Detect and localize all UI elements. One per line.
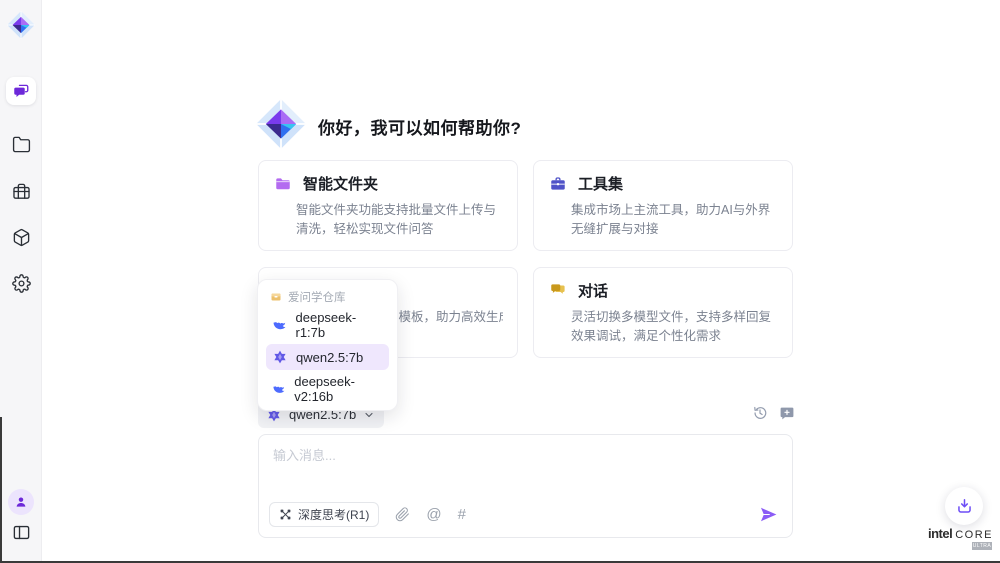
- ultra-badge: ULTRA: [972, 542, 992, 550]
- model-option-label: qwen2.5:7b: [296, 350, 363, 365]
- gear-icon: [12, 274, 31, 293]
- sidebar: [0, 0, 42, 563]
- deepseek-whale-icon: [272, 317, 288, 333]
- prompt-tag-button[interactable]: #: [458, 507, 466, 522]
- deep-think-toggle[interactable]: 深度思考(R1): [269, 502, 379, 527]
- briefcase-icon: [549, 175, 567, 193]
- page-title: 你好，我可以如何帮助你?: [318, 114, 521, 139]
- download-button[interactable]: [945, 487, 983, 525]
- avatar: [8, 489, 34, 515]
- hash-icon: #: [458, 507, 466, 522]
- composer-toolbar: 深度思考(R1) @ #: [269, 502, 778, 527]
- card-description: 智能文件夹功能支持批量文件上传与清洗，轻松实现文件问答: [274, 201, 503, 240]
- conversation-tools: [752, 405, 795, 421]
- deepseek-whale-icon: [272, 381, 286, 397]
- greeting-logo-icon: [254, 97, 308, 151]
- model-option-label: deepseek-v2:16b: [294, 374, 383, 404]
- history-icon[interactable]: [752, 405, 768, 421]
- attachment-button[interactable]: [395, 507, 410, 522]
- user-icon: [14, 495, 28, 509]
- repository-icon: [270, 291, 282, 303]
- sidebar-item-chat[interactable]: [6, 77, 36, 105]
- folder-icon: [274, 175, 292, 193]
- card-title: 工具集: [578, 173, 623, 194]
- model-option-deepseek-r1[interactable]: deepseek-r1:7b: [266, 312, 389, 338]
- sidebar-item-settings[interactable]: [0, 268, 42, 298]
- mention-button[interactable]: @: [426, 507, 441, 522]
- card-title: 对话: [578, 280, 608, 301]
- message-input[interactable]: [273, 445, 778, 485]
- model-repo-label: 爱问学仓库: [288, 289, 346, 305]
- sidebar-item-account[interactable]: [0, 487, 42, 517]
- panel-toggle-icon: [12, 523, 31, 542]
- sidebar-item-toolset[interactable]: [0, 176, 42, 206]
- chat-icon: [12, 82, 30, 100]
- download-icon: [955, 497, 974, 516]
- folder-icon: [12, 135, 31, 154]
- app-logo-icon: [6, 10, 36, 40]
- card-smart-folder[interactable]: 智能文件夹 智能文件夹功能支持批量文件上传与清洗，轻松实现文件问答: [258, 160, 518, 251]
- card-toolset[interactable]: 工具集 集成市场上主流工具，助力AI与外界无缝扩展与对接: [533, 160, 793, 251]
- message-composer: 深度思考(R1) @ #: [258, 434, 793, 538]
- card-description: 集成市场上主流工具，助力AI与外界无缝扩展与对接: [549, 201, 778, 240]
- paperclip-icon: [395, 507, 410, 522]
- send-button[interactable]: [759, 505, 778, 524]
- sidebar-collapse-toggle[interactable]: [0, 517, 42, 547]
- model-option-label: deepseek-r1:7b: [296, 310, 384, 340]
- model-option-deepseek-v2[interactable]: deepseek-v2:16b: [266, 376, 389, 402]
- box-icon: [12, 228, 31, 247]
- card-description: 灵活切换多模型文件，支持多样回复效果调试，满足个性化需求: [549, 308, 778, 347]
- deep-think-label: 深度思考(R1): [298, 506, 369, 523]
- briefcase-icon: [12, 182, 31, 201]
- chat-bubbles-icon: [549, 281, 567, 299]
- card-conversation[interactable]: 对话 灵活切换多模型文件，支持多样回复效果调试，满足个性化需求: [533, 267, 793, 358]
- core-wordmark: CORE: [955, 529, 993, 541]
- app-window: 你好，我可以如何帮助你? 智能文件夹 智能文件夹功能支持批量文件上传与清洗，轻松…: [0, 0, 1000, 563]
- model-repo-header: 爱问学仓库: [266, 288, 389, 306]
- qwen-logo-icon: [272, 349, 288, 365]
- intel-wordmark: intel: [928, 526, 952, 541]
- model-option-qwen[interactable]: qwen2.5:7b: [266, 344, 389, 370]
- new-chat-icon[interactable]: [779, 405, 795, 421]
- sidebar-item-folders[interactable]: [0, 129, 42, 159]
- intel-core-badge: intel CORE ULTRA: [928, 526, 994, 550]
- deep-think-icon: [279, 508, 292, 521]
- send-icon: [759, 505, 778, 524]
- window-edge-left: [0, 417, 2, 563]
- model-dropdown: 爱问学仓库 deepseek-r1:7b qwen2.5:7b deepseek…: [257, 279, 398, 411]
- sidebar-item-models[interactable]: [0, 222, 42, 252]
- card-title: 智能文件夹: [303, 173, 378, 194]
- at-icon: @: [426, 507, 441, 522]
